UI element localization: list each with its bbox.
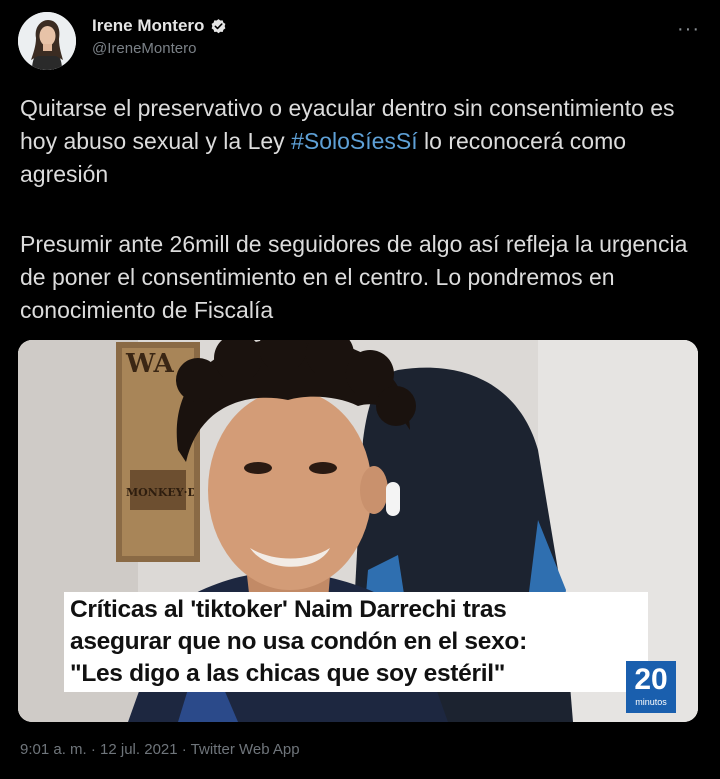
tweet-timestamp[interactable]: 9:01 a. m. · 12 jul. 2021 · Twitter Web … <box>20 741 300 758</box>
author-display-name[interactable]: Irene Montero <box>92 16 204 36</box>
author-block: Irene Montero @IreneMontero <box>92 16 227 57</box>
verified-badge-icon <box>212 18 226 33</box>
tweet-card: Irene Montero @IreneMontero ··· Quitarse… <box>0 0 720 779</box>
poster-text-top: WA <box>125 349 175 379</box>
tweet-text-paragraph-1: Quitarse el preservativo o eyacular dent… <box>20 92 710 191</box>
video-caption: Críticas al 'tiktoker' Naim Darrechi tra… <box>64 592 648 692</box>
caption-line-3: "Les digo a las chicas que soy estéril" <box>70 660 506 687</box>
caption-line-2: asegurar que no usa condón en el sexo: <box>70 628 527 655</box>
more-options-icon[interactable]: ··· <box>677 18 700 41</box>
poster-image: WA <box>125 349 175 379</box>
brand-word: minutos <box>635 697 667 707</box>
avatar[interactable] <box>18 12 76 70</box>
avatar-photo <box>18 12 76 70</box>
poster-text-mid: MONKEY·D· <box>126 486 194 499</box>
tweet-text-paragraph-2: Presumir ante 26mill de seguidores de al… <box>20 231 688 323</box>
news-brand-logo: 20 minutos <box>626 661 676 713</box>
hashtag-link[interactable]: #SoloSíesSí <box>291 128 418 154</box>
caption-line-1: Críticas al 'tiktoker' Naim Darrechi tra… <box>70 596 507 623</box>
author-handle[interactable]: @IreneMontero <box>92 40 227 57</box>
poster-caption: MONKEY·D· <box>126 486 194 499</box>
brand-number: 20 <box>634 663 668 696</box>
